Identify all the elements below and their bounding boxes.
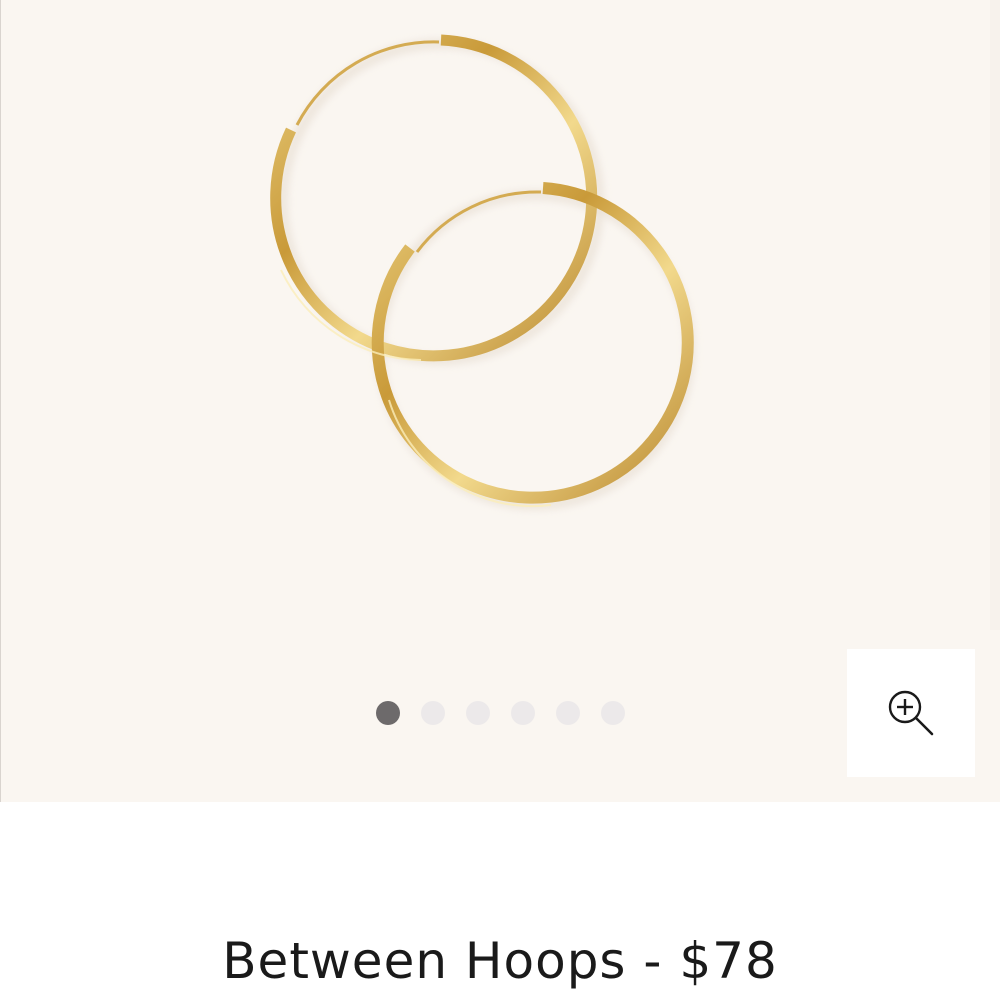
zoom-button[interactable] bbox=[847, 649, 975, 777]
product-title: Between Hoops - $78 bbox=[222, 932, 778, 990]
pagination-dot-6[interactable] bbox=[601, 701, 625, 725]
zoom-in-icon bbox=[888, 690, 934, 736]
pagination-dot-3[interactable] bbox=[466, 701, 490, 725]
gold-hoop-earrings-image bbox=[270, 34, 695, 510]
product-image-gallery[interactable] bbox=[0, 0, 1000, 802]
pagination-dot-2[interactable] bbox=[421, 701, 445, 725]
next-image-peek[interactable] bbox=[990, 0, 1000, 630]
image-pagination-dots bbox=[376, 701, 625, 725]
pagination-dot-1[interactable] bbox=[376, 701, 400, 725]
product-page: Between Hoops - $78 bbox=[0, 0, 1000, 1000]
pagination-dot-4[interactable] bbox=[511, 701, 535, 725]
pagination-dot-5[interactable] bbox=[556, 701, 580, 725]
